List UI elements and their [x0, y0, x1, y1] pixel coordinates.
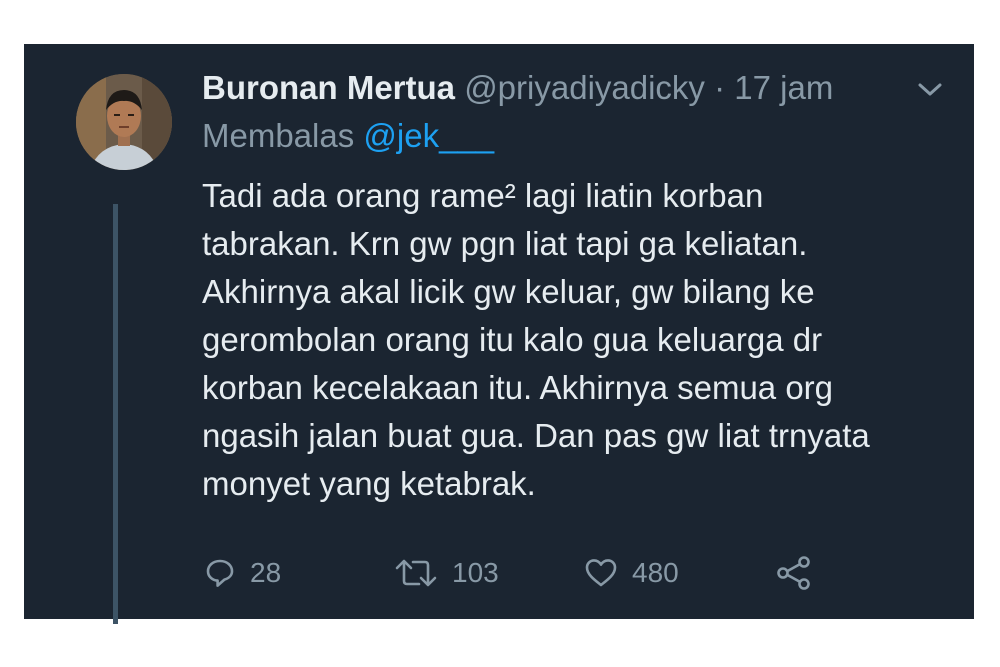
retweet-icon: [395, 559, 437, 587]
reply-button[interactable]: 28: [204, 556, 281, 590]
share-icon: [777, 556, 810, 590]
thread-line: [113, 204, 118, 624]
tweet-text-line: tabrakan. Krn gw pgn liat tapi ga keliat…: [202, 225, 808, 262]
tweet-text-line: monyet yang ketabrak.: [202, 465, 536, 502]
tweet-text-line: gerombolan orang itu kalo gua keluarga d…: [202, 321, 823, 358]
reply-prefix: Membalas: [202, 117, 355, 154]
reply-count: 28: [250, 557, 282, 588]
reply-to-handle[interactable]: @jek___: [363, 117, 494, 154]
author-name[interactable]: Buronan Mertua: [202, 69, 455, 106]
author-handle[interactable]: @priyadiyadicky: [464, 69, 705, 106]
like-count: 480: [632, 557, 679, 588]
tweet-timestamp[interactable]: 17 jam: [734, 69, 833, 106]
retweet-button[interactable]: 103: [394, 556, 499, 590]
tweet-text: Tadi ada orang rame² lagi liatin korban …: [202, 172, 962, 508]
tweet-text-line: korban kecelakaan itu. Akhirnya semua or…: [202, 369, 834, 406]
reply-context: Membalas @jek___: [202, 116, 494, 156]
header-separator: ·: [714, 69, 726, 106]
retweet-count: 103: [452, 557, 499, 588]
share-button[interactable]: [776, 556, 826, 590]
screenshot-canvas: Buronan Mertua @priyadiyadicky · 17 jam …: [0, 0, 1000, 667]
chevron-down-icon[interactable]: [917, 80, 943, 100]
tweet-text-line: Akhirnya akal licik gw keluar, gw bilang…: [202, 273, 815, 310]
heart-icon: [585, 559, 617, 587]
tweet-header: Buronan Mertua @priyadiyadicky · 17 jam: [202, 68, 833, 108]
reply-icon: [206, 559, 234, 587]
tweet-card[interactable]: Buronan Mertua @priyadiyadicky · 17 jam …: [24, 44, 974, 624]
tweet-text-line: Tadi ada orang rame² lagi liatin korban: [202, 177, 764, 214]
avatar[interactable]: [76, 74, 172, 170]
like-button[interactable]: 480: [584, 556, 679, 590]
tweet-text-line: ngasih jalan buat gua. Dan pas gw liat t…: [202, 417, 870, 454]
